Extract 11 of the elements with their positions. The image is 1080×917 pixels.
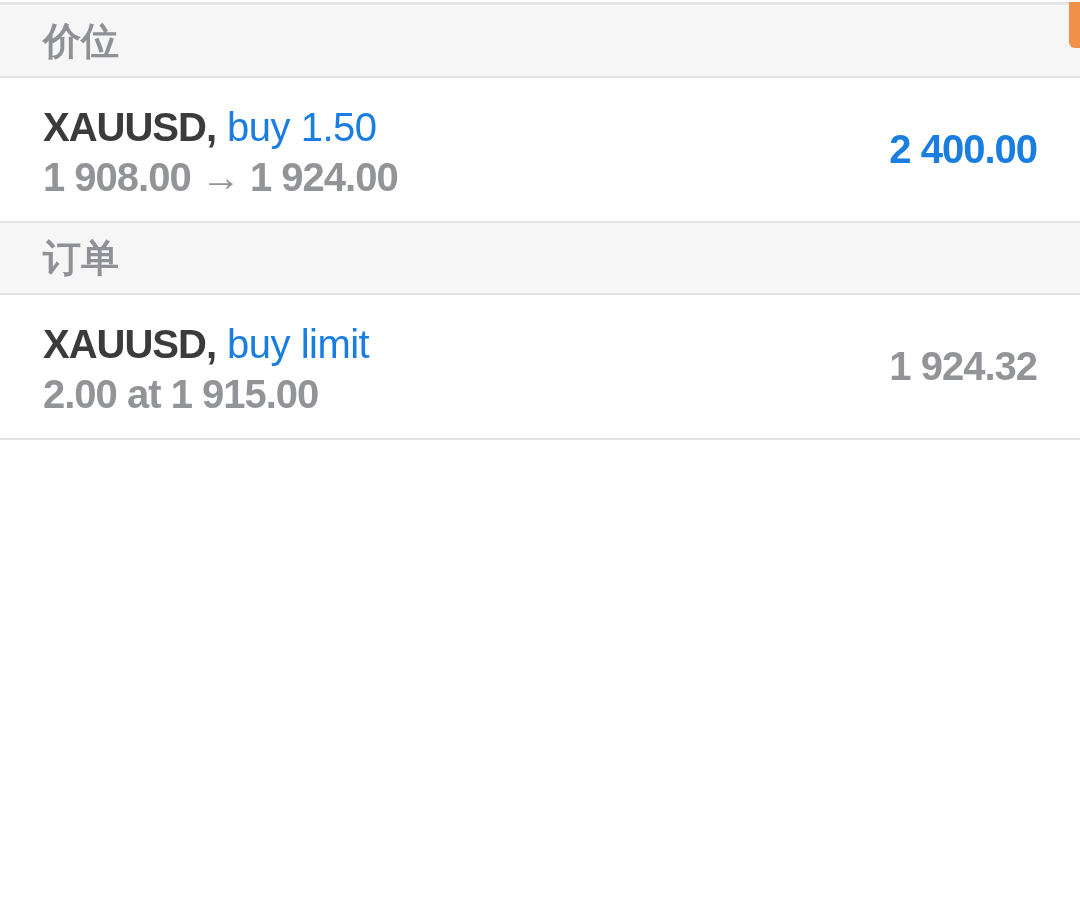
- symbol-text: XAUUSD,: [43, 320, 217, 368]
- price-details-text: 2.00 at 1 915.00: [43, 370, 320, 418]
- scrollbar-thumb: [1069, 2, 1080, 48]
- section-header: 价位: [0, 6, 1080, 78]
- profit-text: 2 400.00: [889, 127, 1037, 172]
- price-details-text: 1 908.00 → 1 924.00: [43, 153, 398, 201]
- order-type-text: buy 1.50: [227, 103, 377, 151]
- price-text: 1 924.32: [889, 344, 1037, 389]
- section-header: 订单: [0, 223, 1080, 295]
- symbol-text: XAUUSD,: [43, 103, 217, 151]
- order-type-text: buy limit: [227, 320, 370, 368]
